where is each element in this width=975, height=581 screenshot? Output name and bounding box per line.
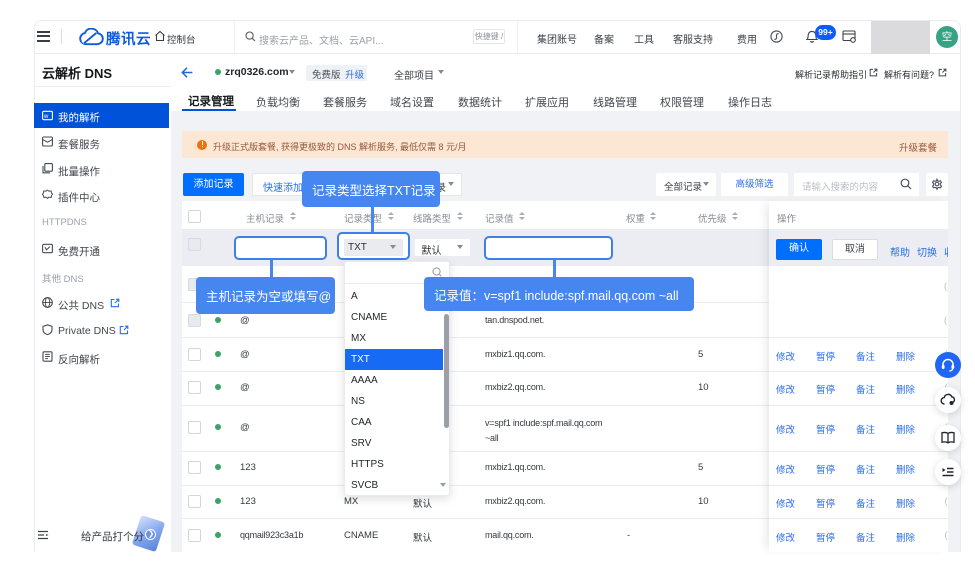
- svg-text:w: w: [43, 114, 49, 120]
